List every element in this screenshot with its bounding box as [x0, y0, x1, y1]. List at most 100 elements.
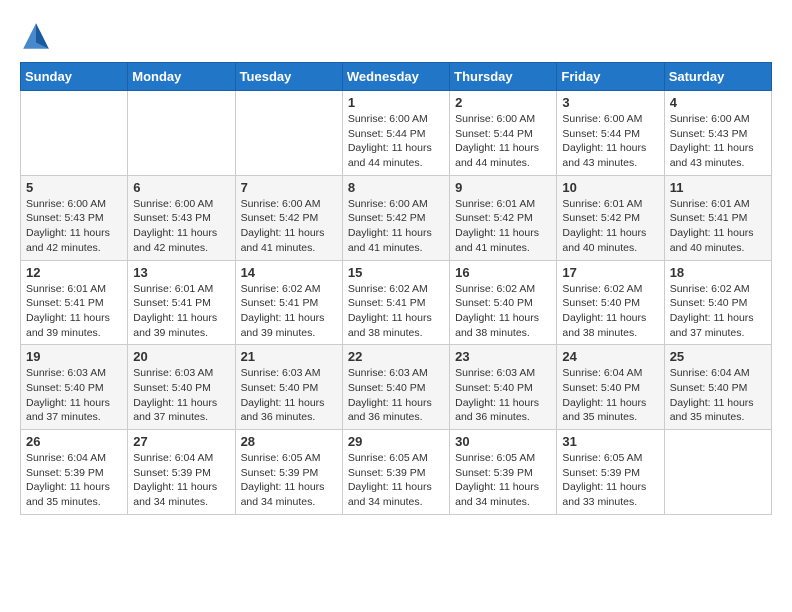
- day-number: 5: [26, 180, 122, 195]
- calendar-cell: 25 Sunrise: 6:04 AM Sunset: 5:40 PM Dayli…: [664, 345, 771, 430]
- day-number: 11: [670, 180, 766, 195]
- calendar-cell: 19Sunrise: 6:03 AM Sunset: 5:40 PM Dayli…: [21, 345, 128, 430]
- day-number: 21: [241, 349, 337, 364]
- day-info: Sunrise: 6:03 AM Sunset: 5:40 PM Dayligh…: [241, 366, 337, 425]
- calendar-table: SundayMondayTuesdayWednesdayThursdayFrid…: [20, 62, 772, 515]
- calendar-cell: 2 Sunrise: 6:00 AM Sunset: 5:44 PM Daylig…: [450, 91, 557, 176]
- day-number: 10: [562, 180, 658, 195]
- day-info: Sunrise: 6:02 AM Sunset: 5:41 PM Dayligh…: [348, 282, 444, 341]
- calendar-week-row: 1 Sunrise: 6:00 AM Sunset: 5:44 PM Daylig…: [21, 91, 772, 176]
- day-number: 6: [133, 180, 229, 195]
- day-info: Sunrise: 6:01 AM Sunset: 5:42 PM Dayligh…: [455, 197, 551, 256]
- day-info: Sunrise: 6:04 AM Sunset: 5:39 PM Dayligh…: [26, 451, 122, 510]
- day-number: 17: [562, 265, 658, 280]
- day-number: 30: [455, 434, 551, 449]
- calendar-cell: 24 Sunrise: 6:04 AM Sunset: 5:40 PM Dayli…: [557, 345, 664, 430]
- page-header: [20, 20, 772, 52]
- day-number: 25: [670, 349, 766, 364]
- day-number: 27: [133, 434, 229, 449]
- day-number: 1: [348, 95, 444, 110]
- day-number: 29: [348, 434, 444, 449]
- day-info: Sunrise: 6:04 AM Sunset: 5:40 PM Dayligh…: [670, 366, 766, 425]
- day-info: Sunrise: 6:02 AM Sunset: 5:41 PM Dayligh…: [241, 282, 337, 341]
- calendar-cell: [128, 91, 235, 176]
- day-info: Sunrise: 6:04 AM Sunset: 5:40 PM Dayligh…: [562, 366, 658, 425]
- calendar-cell: 13Sunrise: 6:01 AM Sunset: 5:41 PM Dayli…: [128, 260, 235, 345]
- calendar-cell: 9 Sunrise: 6:01 AM Sunset: 5:42 PM Daylig…: [450, 175, 557, 260]
- calendar-cell: 21 Sunrise: 6:03 AM Sunset: 5:40 PM Dayli…: [235, 345, 342, 430]
- calendar-cell: 14Sunrise: 6:02 AM Sunset: 5:41 PM Dayli…: [235, 260, 342, 345]
- day-info: Sunrise: 6:00 AM Sunset: 5:43 PM Dayligh…: [26, 197, 122, 256]
- day-info: Sunrise: 6:00 AM Sunset: 5:44 PM Dayligh…: [348, 112, 444, 171]
- day-number: 24: [562, 349, 658, 364]
- weekday-header: Sunday: [21, 63, 128, 91]
- day-info: Sunrise: 6:05 AM Sunset: 5:39 PM Dayligh…: [241, 451, 337, 510]
- calendar-week-row: 12 Sunrise: 6:01 AM Sunset: 5:41 PM Dayli…: [21, 260, 772, 345]
- weekday-header: Tuesday: [235, 63, 342, 91]
- logo: [20, 20, 56, 52]
- calendar-cell: 4 Sunrise: 6:00 AM Sunset: 5:43 PM Daylig…: [664, 91, 771, 176]
- calendar-cell: [235, 91, 342, 176]
- day-info: Sunrise: 6:03 AM Sunset: 5:40 PM Dayligh…: [455, 366, 551, 425]
- calendar-cell: 6 Sunrise: 6:00 AM Sunset: 5:43 PM Daylig…: [128, 175, 235, 260]
- day-number: 9: [455, 180, 551, 195]
- calendar-cell: 23Sunrise: 6:03 AM Sunset: 5:40 PM Dayli…: [450, 345, 557, 430]
- calendar-cell: 8 Sunrise: 6:00 AM Sunset: 5:42 PM Daylig…: [342, 175, 449, 260]
- calendar-cell: 7Sunrise: 6:00 AM Sunset: 5:42 PM Daylig…: [235, 175, 342, 260]
- calendar-cell: 16 Sunrise: 6:02 AM Sunset: 5:40 PM Dayli…: [450, 260, 557, 345]
- day-info: Sunrise: 6:03 AM Sunset: 5:40 PM Dayligh…: [133, 366, 229, 425]
- weekday-header: Monday: [128, 63, 235, 91]
- calendar-cell: 3Sunrise: 6:00 AM Sunset: 5:44 PM Daylig…: [557, 91, 664, 176]
- day-number: 15: [348, 265, 444, 280]
- day-number: 12: [26, 265, 122, 280]
- calendar-cell: 11 Sunrise: 6:01 AM Sunset: 5:41 PM Dayli…: [664, 175, 771, 260]
- day-info: Sunrise: 6:03 AM Sunset: 5:40 PM Dayligh…: [348, 366, 444, 425]
- day-info: Sunrise: 6:00 AM Sunset: 5:44 PM Dayligh…: [455, 112, 551, 171]
- weekday-header: Friday: [557, 63, 664, 91]
- day-info: Sunrise: 6:01 AM Sunset: 5:41 PM Dayligh…: [26, 282, 122, 341]
- calendar-cell: 1 Sunrise: 6:00 AM Sunset: 5:44 PM Daylig…: [342, 91, 449, 176]
- day-number: 31: [562, 434, 658, 449]
- day-info: Sunrise: 6:05 AM Sunset: 5:39 PM Dayligh…: [348, 451, 444, 510]
- calendar-week-row: 5 Sunrise: 6:00 AM Sunset: 5:43 PM Daylig…: [21, 175, 772, 260]
- calendar-week-row: 19Sunrise: 6:03 AM Sunset: 5:40 PM Dayli…: [21, 345, 772, 430]
- calendar-cell: 20 Sunrise: 6:03 AM Sunset: 5:40 PM Dayli…: [128, 345, 235, 430]
- weekday-header: Thursday: [450, 63, 557, 91]
- day-number: 2: [455, 95, 551, 110]
- day-info: Sunrise: 6:01 AM Sunset: 5:42 PM Dayligh…: [562, 197, 658, 256]
- logo-icon: [20, 20, 52, 52]
- weekday-header: Saturday: [664, 63, 771, 91]
- day-info: Sunrise: 6:01 AM Sunset: 5:41 PM Dayligh…: [670, 197, 766, 256]
- weekday-header: Wednesday: [342, 63, 449, 91]
- day-number: 22: [348, 349, 444, 364]
- calendar-cell: 15 Sunrise: 6:02 AM Sunset: 5:41 PM Dayli…: [342, 260, 449, 345]
- day-info: Sunrise: 6:00 AM Sunset: 5:44 PM Dayligh…: [562, 112, 658, 171]
- day-info: Sunrise: 6:04 AM Sunset: 5:39 PM Dayligh…: [133, 451, 229, 510]
- calendar-cell: 30 Sunrise: 6:05 AM Sunset: 5:39 PM Dayli…: [450, 430, 557, 515]
- day-number: 26: [26, 434, 122, 449]
- calendar-cell: 12 Sunrise: 6:01 AM Sunset: 5:41 PM Dayli…: [21, 260, 128, 345]
- day-number: 18: [670, 265, 766, 280]
- calendar-cell: 27 Sunrise: 6:04 AM Sunset: 5:39 PM Dayli…: [128, 430, 235, 515]
- day-info: Sunrise: 6:00 AM Sunset: 5:43 PM Dayligh…: [670, 112, 766, 171]
- day-number: 16: [455, 265, 551, 280]
- calendar-cell: 5 Sunrise: 6:00 AM Sunset: 5:43 PM Daylig…: [21, 175, 128, 260]
- calendar-cell: 18Sunrise: 6:02 AM Sunset: 5:40 PM Dayli…: [664, 260, 771, 345]
- day-number: 28: [241, 434, 337, 449]
- day-info: Sunrise: 6:00 AM Sunset: 5:42 PM Dayligh…: [348, 197, 444, 256]
- calendar-cell: [664, 430, 771, 515]
- calendar-week-row: 26 Sunrise: 6:04 AM Sunset: 5:39 PM Dayli…: [21, 430, 772, 515]
- day-info: Sunrise: 6:02 AM Sunset: 5:40 PM Dayligh…: [455, 282, 551, 341]
- day-number: 20: [133, 349, 229, 364]
- calendar-cell: 26 Sunrise: 6:04 AM Sunset: 5:39 PM Dayli…: [21, 430, 128, 515]
- calendar-cell: 29 Sunrise: 6:05 AM Sunset: 5:39 PM Dayli…: [342, 430, 449, 515]
- day-info: Sunrise: 6:02 AM Sunset: 5:40 PM Dayligh…: [562, 282, 658, 341]
- calendar-cell: 31Sunrise: 6:05 AM Sunset: 5:39 PM Dayli…: [557, 430, 664, 515]
- day-info: Sunrise: 6:05 AM Sunset: 5:39 PM Dayligh…: [455, 451, 551, 510]
- day-info: Sunrise: 6:00 AM Sunset: 5:43 PM Dayligh…: [133, 197, 229, 256]
- day-info: Sunrise: 6:03 AM Sunset: 5:40 PM Dayligh…: [26, 366, 122, 425]
- day-number: 4: [670, 95, 766, 110]
- day-number: 8: [348, 180, 444, 195]
- calendar-cell: 17 Sunrise: 6:02 AM Sunset: 5:40 PM Dayli…: [557, 260, 664, 345]
- calendar-cell: 28 Sunrise: 6:05 AM Sunset: 5:39 PM Dayli…: [235, 430, 342, 515]
